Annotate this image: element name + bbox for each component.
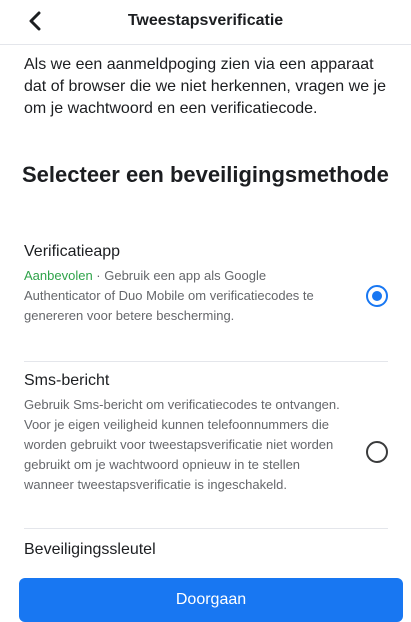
radio-sms[interactable] xyxy=(366,441,388,463)
option-sms[interactable]: Sms-bericht Gebruik Sms-bericht om verif… xyxy=(24,371,388,523)
header-divider xyxy=(0,44,411,45)
option-description: Aanbevolen · Gebruik een app als Google … xyxy=(24,266,344,326)
radio-verification-app[interactable] xyxy=(366,285,388,307)
top-bar: Tweestapsverificatie xyxy=(0,0,411,44)
option-divider xyxy=(24,528,388,529)
option-verification-app[interactable]: Verificatieapp Aanbevolen · Gebruik een … xyxy=(24,242,388,348)
option-title: Sms-bericht xyxy=(24,372,110,389)
option-title: Beveiligingssleutel xyxy=(24,541,156,558)
recommended-badge: Aanbevolen xyxy=(24,268,93,283)
option-divider xyxy=(24,361,388,362)
option-security-key[interactable]: Beveiligingssleutel xyxy=(24,540,388,564)
badge-separator: · xyxy=(92,268,105,283)
section-heading: Selecteer een beveiligingsmethode xyxy=(22,162,389,187)
page-title: Tweestapsverificatie xyxy=(127,12,284,29)
continue-button[interactable]: Doorgaan xyxy=(19,578,403,622)
option-description: Gebruik Sms-bericht om verificatiecodes … xyxy=(24,397,340,492)
intro-text: Als we een aanmeldpoging zien via een ap… xyxy=(24,56,386,117)
option-title: Verificatieapp xyxy=(24,243,121,260)
